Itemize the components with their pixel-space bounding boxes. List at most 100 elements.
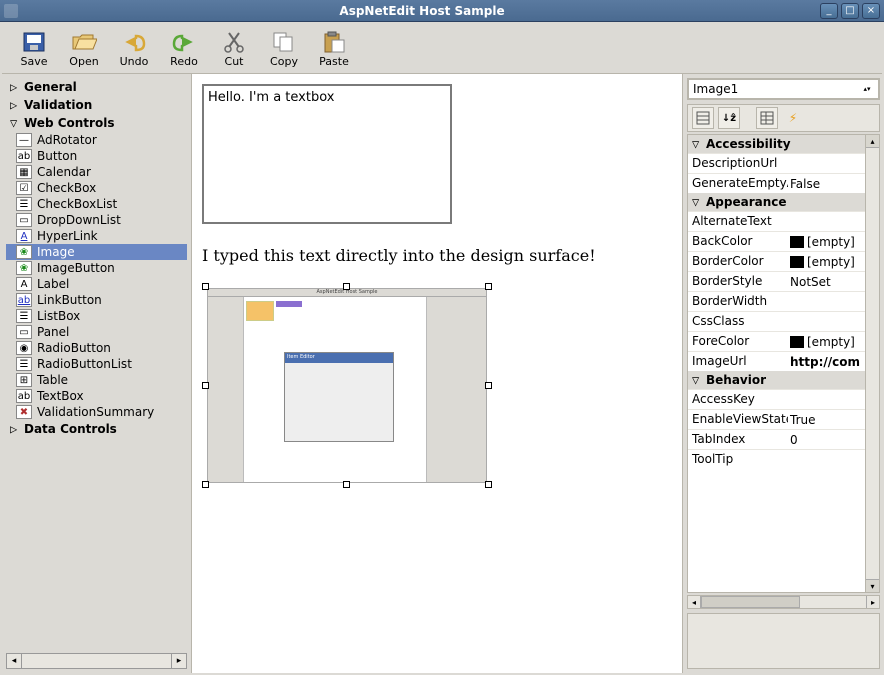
prop-category-appearance[interactable]: ▽Appearance (688, 193, 865, 211)
paste-button[interactable]: Paste (314, 28, 354, 70)
toolbox-cat-data[interactable]: ▷ Data Controls (6, 420, 187, 438)
prop-row-enableviewstate[interactable]: EnableViewStateTrue (688, 409, 865, 429)
prop-row-generateemptyalternatetext[interactable]: GenerateEmptyAlternateTextFalse (688, 173, 865, 193)
prop-row-tooltip[interactable]: ToolTip (688, 449, 865, 469)
prop-value[interactable] (788, 390, 865, 409)
prop-value[interactable]: [empty] (788, 332, 865, 351)
resize-handle[interactable] (485, 382, 492, 389)
minimize-button[interactable]: _ (820, 3, 838, 19)
prop-value[interactable] (788, 450, 865, 469)
prop-row-borderwidth[interactable]: BorderWidth (688, 291, 865, 311)
toolbox-item-validationsummary[interactable]: ✖ValidationSummary (6, 404, 187, 420)
image-widget[interactable]: AspNetEdit Host Sample Item Editor (202, 283, 492, 488)
toolbox-item-radiobuttonlist[interactable]: ☰RadioButtonList (6, 356, 187, 372)
toolbox-hscrollbar[interactable]: ◂ ▸ (6, 653, 187, 669)
cut-button[interactable]: Cut (214, 28, 254, 70)
toolbox-item-dropdownlist[interactable]: ▭DropDownList (6, 212, 187, 228)
prop-value[interactable] (788, 312, 865, 331)
prop-row-imageurl[interactable]: ImageUrlhttp://com (688, 351, 865, 371)
property-grid[interactable]: ▽AccessibilityDescriptionUrlGenerateEmpt… (688, 135, 865, 592)
prop-row-cssclass[interactable]: CssClass (688, 311, 865, 331)
cut-icon (220, 30, 248, 54)
toolbox-item-button[interactable]: abButton (6, 148, 187, 164)
property-vscrollbar[interactable]: ▴ ▾ (865, 135, 879, 592)
validationsummary-icon: ✖ (16, 405, 32, 419)
prop-category-accessibility[interactable]: ▽Accessibility (688, 135, 865, 153)
prop-category-behavior[interactable]: ▽Behavior (688, 371, 865, 389)
design-surface[interactable]: Hello. I'm a textbox I typed this text d… (192, 74, 682, 673)
copy-button[interactable]: Copy (264, 28, 304, 70)
resize-handle[interactable] (485, 283, 492, 290)
toolbox-item-table[interactable]: ⊞Table (6, 372, 187, 388)
resize-handle[interactable] (202, 283, 209, 290)
resize-handle[interactable] (485, 481, 492, 488)
prop-value[interactable]: False (788, 174, 865, 193)
scroll-right-button[interactable]: ▸ (171, 654, 186, 668)
prop-row-forecolor[interactable]: ForeColor[empty] (688, 331, 865, 351)
toolbox-cat-validation[interactable]: ▷ Validation (6, 96, 187, 114)
categorized-button[interactable] (692, 107, 714, 129)
events-button[interactable]: ⚡ (782, 107, 804, 129)
toolbox-item-imagebutton[interactable]: ❀ImageButton (6, 260, 187, 276)
prop-row-accesskey[interactable]: AccessKey (688, 389, 865, 409)
prop-row-descriptionurl[interactable]: DescriptionUrl (688, 153, 865, 173)
textbox-widget[interactable]: Hello. I'm a textbox (202, 84, 452, 224)
toolbox-cat-general[interactable]: ▷ General (6, 78, 187, 96)
prop-row-bordercolor[interactable]: BorderColor[empty] (688, 251, 865, 271)
prop-row-tabindex[interactable]: TabIndex0 (688, 429, 865, 449)
image-content: AspNetEdit Host Sample Item Editor (207, 288, 487, 483)
toolbox-item-linkbutton[interactable]: abLinkButton (6, 292, 187, 308)
resize-handle[interactable] (202, 382, 209, 389)
component-selector[interactable]: Image1 ▴▾ (687, 78, 880, 100)
resize-handle[interactable] (343, 481, 350, 488)
prop-value[interactable]: NotSet (788, 272, 865, 291)
prop-value[interactable]: http://com (788, 352, 865, 371)
open-button[interactable]: Open (64, 28, 104, 70)
toolbox-item-calendar[interactable]: ▦Calendar (6, 164, 187, 180)
scroll-left-button[interactable]: ◂ (7, 654, 22, 668)
prop-value[interactable]: 0 (788, 430, 865, 449)
properties-button[interactable] (756, 107, 778, 129)
prop-row-borderstyle[interactable]: BorderStyleNotSet (688, 271, 865, 291)
toolbox-item-checkboxlist[interactable]: ☰CheckBoxList (6, 196, 187, 212)
property-hscrollbar[interactable]: ◂ ▸ (687, 595, 880, 609)
resize-handle[interactable] (343, 283, 350, 290)
toolbox-item-radiobutton[interactable]: ◉RadioButton (6, 340, 187, 356)
toolbox-item-hyperlink[interactable]: AHyperLink (6, 228, 187, 244)
prop-value[interactable]: [empty] (788, 252, 865, 271)
prop-value[interactable] (788, 212, 865, 231)
toolbox-item-listbox[interactable]: ☰ListBox (6, 308, 187, 324)
prop-row-backcolor[interactable]: BackColor[empty] (688, 231, 865, 251)
alphabetical-button[interactable]: ↓ẑ (718, 107, 740, 129)
scroll-track[interactable] (701, 596, 866, 608)
scroll-right-button[interactable]: ▸ (866, 596, 879, 608)
redo-icon (170, 30, 198, 54)
scroll-down-button[interactable]: ▾ (866, 579, 879, 592)
resize-handle[interactable] (202, 481, 209, 488)
scroll-thumb[interactable] (701, 596, 800, 608)
scroll-up-button[interactable]: ▴ (866, 135, 879, 148)
toolbox-item-image[interactable]: ❀Image (6, 244, 187, 260)
combo-arrows-icon: ▴▾ (860, 86, 874, 93)
prop-value[interactable] (788, 292, 865, 311)
prop-value[interactable]: True (788, 410, 865, 429)
close-button[interactable]: × (862, 3, 880, 19)
toolbox-item-textbox[interactable]: abTextBox (6, 388, 187, 404)
redo-button[interactable]: Redo (164, 28, 204, 70)
toolbox-item-label[interactable]: ALabel (6, 276, 187, 292)
save-button[interactable]: Save (14, 28, 54, 70)
prop-name: GenerateEmptyAlternateText (688, 174, 788, 193)
scroll-track[interactable] (22, 654, 171, 668)
maximize-button[interactable]: □ (841, 3, 859, 19)
design-typed-text[interactable]: I typed this text directly into the desi… (202, 246, 672, 265)
undo-button[interactable]: Undo (114, 28, 154, 70)
toolbox-cat-web[interactable]: ▽ Web Controls (6, 114, 187, 132)
prop-row-alternatetext[interactable]: AlternateText (688, 211, 865, 231)
toolbox-item-panel[interactable]: ▭Panel (6, 324, 187, 340)
prop-value[interactable]: [empty] (788, 232, 865, 251)
scroll-left-button[interactable]: ◂ (688, 596, 701, 608)
prop-value[interactable] (788, 154, 865, 173)
toolbox-item-label: Table (37, 373, 68, 387)
toolbox-item-adrotator[interactable]: —AdRotator (6, 132, 187, 148)
toolbox-item-checkbox[interactable]: ☑CheckBox (6, 180, 187, 196)
